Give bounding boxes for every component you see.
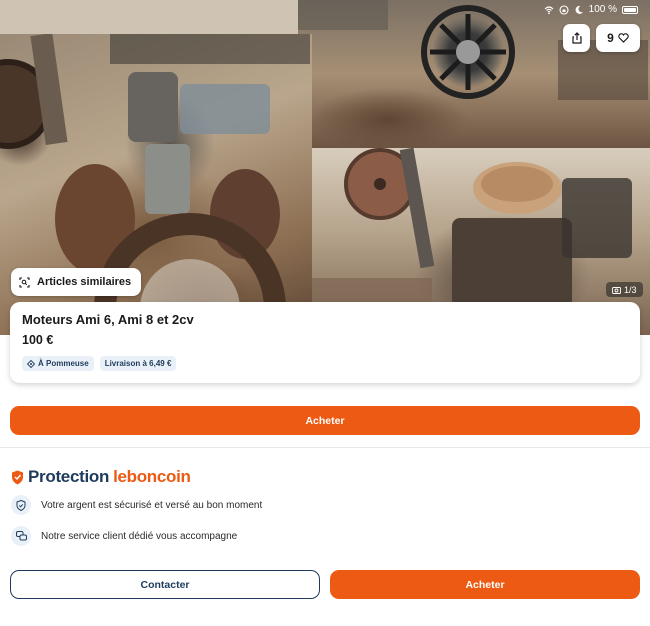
photo-gallery[interactable]: 100 % 9 Articles similaires 1/3 <box>0 0 650 335</box>
photo-counter-text: 1/3 <box>624 284 637 295</box>
buy-button-sticky[interactable]: Acheter <box>330 570 640 599</box>
lock-rotation-icon <box>559 4 569 15</box>
chat-bubbles-icon <box>11 526 31 546</box>
listing-title: Moteurs Ami 6, Ami 8 et 2cv <box>22 312 194 327</box>
listing-price: 100 € <box>22 333 54 347</box>
photo-engine-fan-drawing <box>298 0 648 100</box>
favorites-count: 9 <box>607 31 614 45</box>
buy-button[interactable]: Acheter <box>10 406 640 435</box>
location-tag[interactable]: À Pommeuse <box>22 356 94 371</box>
shield-check-icon <box>11 495 31 515</box>
protection-row-text: Notre service client dédié vous accompag… <box>41 530 238 542</box>
protection-title-word: Protection <box>28 467 110 486</box>
moon-icon <box>575 5 583 14</box>
section-divider <box>0 447 650 448</box>
battery-icon <box>622 5 638 14</box>
protection-row-support: Notre service client dédié vous accompag… <box>11 526 237 546</box>
favorite-button[interactable]: 9 <box>596 24 640 52</box>
image-search-icon <box>19 276 30 288</box>
share-button[interactable] <box>563 24 590 52</box>
delivery-tag-label: Livraison à 6,49 € <box>104 359 172 368</box>
protection-row-text: Votre argent est sécurisé et versé au bo… <box>41 499 263 511</box>
heart-icon <box>618 33 629 43</box>
protection-row-payment: Votre argent est sécurisé et versé au bo… <box>11 495 262 515</box>
similar-items-label: Articles similaires <box>37 276 132 288</box>
protection-title-brand: leboncoin <box>113 467 191 486</box>
delivery-tag[interactable]: Livraison à 6,49 € <box>99 356 177 371</box>
protection-shield-icon <box>12 470 23 484</box>
status-bar: 100 % <box>544 4 638 15</box>
camera-icon <box>612 286 621 294</box>
similar-items-button[interactable]: Articles similaires <box>11 268 142 296</box>
location-tag-label: À Pommeuse <box>38 359 89 368</box>
wifi-icon <box>544 5 554 14</box>
protection-heading: Protection leboncoin <box>11 467 191 487</box>
location-target-icon <box>27 359 35 368</box>
photo-counter: 1/3 <box>606 282 643 297</box>
contact-button[interactable]: Contacter <box>10 570 320 599</box>
battery-percentage: 100 % <box>588 4 617 15</box>
listing-tags: À Pommeuse Livraison à 6,49 € <box>22 356 628 371</box>
share-icon <box>571 32 582 44</box>
photo-engine-fan[interactable] <box>298 0 650 148</box>
listing-info-card: Moteurs Ami 6, Ami 8 et 2cv 100 € À Pomm… <box>10 302 640 383</box>
